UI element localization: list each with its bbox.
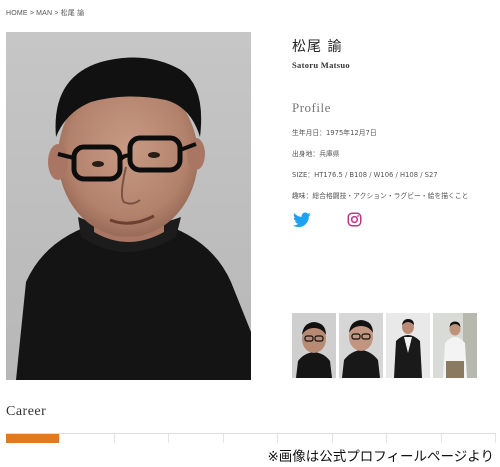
breadcrumb-home-link[interactable]: HOME bbox=[6, 10, 28, 17]
career-tab[interactable] bbox=[387, 434, 442, 443]
profile-main-photo bbox=[6, 32, 251, 380]
image-source-caption: ※画像は公式プロフィールページより bbox=[267, 449, 494, 465]
profile-name-japanese: 松尾 諭 bbox=[292, 39, 343, 55]
profile-item-value: 総合格闘技・アクション・ラグビー・絵を描くこと bbox=[312, 192, 469, 200]
profile-section-title: Profile bbox=[292, 100, 331, 115]
profile-birthplace: 出身地：兵庫県 bbox=[292, 149, 468, 170]
career-tab[interactable] bbox=[60, 434, 115, 443]
instagram-icon[interactable] bbox=[347, 212, 362, 227]
breadcrumb-current: 松尾 諭 bbox=[60, 10, 85, 17]
profile-item-value: HT176.5 / B108 / W106 / H108 / S27 bbox=[314, 171, 438, 179]
profile-item-label: SIZE： bbox=[292, 171, 315, 179]
thumbnail-3[interactable] bbox=[386, 313, 430, 378]
breadcrumb: HOME > MAN > 松尾 諭 bbox=[6, 8, 84, 18]
thumbnail-4[interactable] bbox=[433, 313, 477, 378]
career-tab[interactable] bbox=[333, 434, 388, 443]
profile-item-value: 兵庫県 bbox=[319, 150, 340, 158]
profile-name-english: Satoru Matsuo bbox=[292, 60, 350, 70]
twitter-icon[interactable] bbox=[293, 212, 311, 228]
profile-item-value: 1975年12月7日 bbox=[325, 129, 377, 137]
career-tab[interactable] bbox=[278, 434, 333, 443]
career-tabs bbox=[6, 433, 496, 444]
thumbnail-1[interactable] bbox=[292, 313, 336, 378]
profile-details-list: 生年月日：1975年12月7日 出身地：兵庫県 SIZE：HT176.5 / B… bbox=[292, 128, 468, 212]
profile-birthdate: 生年月日：1975年12月7日 bbox=[292, 128, 468, 149]
profile-size: SIZE：HT176.5 / B108 / W106 / H108 / S27 bbox=[292, 170, 468, 191]
career-tab[interactable] bbox=[6, 434, 61, 443]
breadcrumb-separator: > bbox=[54, 10, 59, 17]
career-tab[interactable] bbox=[115, 434, 170, 443]
profile-item-label: 出身地： bbox=[292, 150, 320, 158]
career-tab[interactable] bbox=[442, 434, 496, 443]
profile-hobbies: 趣味：総合格闘技・アクション・ラグビー・絵を描くこと bbox=[292, 191, 468, 212]
photo-thumbnails bbox=[292, 313, 477, 378]
profile-name-block: 松尾 諭 Satoru Matsuo bbox=[292, 36, 350, 70]
profile-item-label: 趣味： bbox=[292, 192, 313, 200]
breadcrumb-man-link[interactable]: MAN bbox=[36, 10, 52, 17]
career-section-title: Career bbox=[6, 404, 47, 419]
career-tab[interactable] bbox=[224, 434, 279, 443]
breadcrumb-separator: > bbox=[29, 10, 35, 17]
profile-item-label: 生年月日： bbox=[292, 129, 326, 137]
career-tab[interactable] bbox=[169, 434, 224, 443]
portrait-illustration bbox=[16, 57, 251, 380]
thumbnail-2[interactable] bbox=[339, 313, 383, 378]
